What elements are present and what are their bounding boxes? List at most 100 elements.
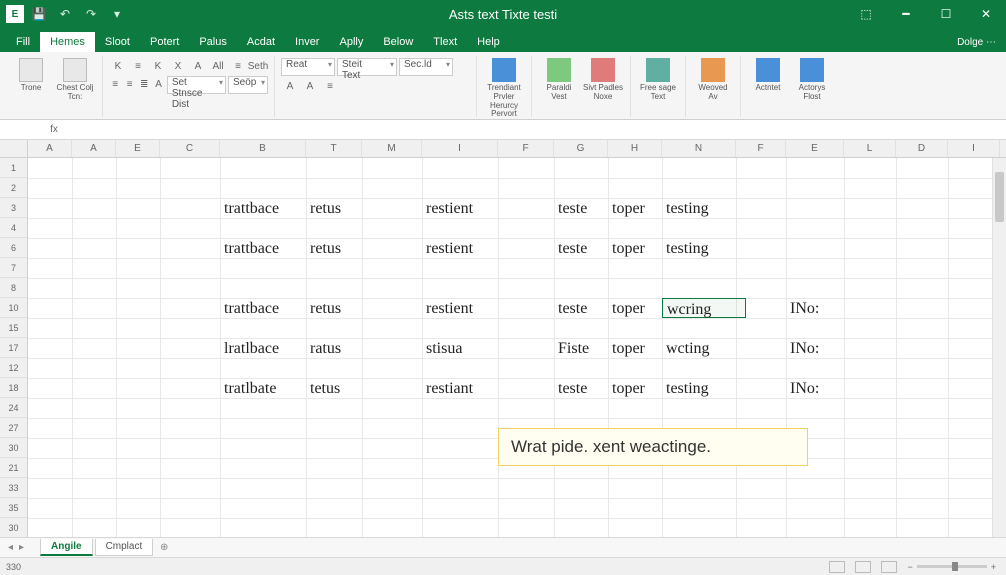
row-header[interactable]: 21 (0, 458, 27, 478)
cell[interactable]: restient (422, 238, 508, 258)
sheet-next-icon[interactable]: ▸ (19, 542, 24, 553)
zoom-control[interactable]: − + (907, 562, 996, 572)
col-header[interactable]: F (736, 140, 786, 157)
ribbon-options-icon[interactable]: ⬚ (846, 0, 886, 28)
col-header[interactable]: F (498, 140, 554, 157)
col-header[interactable]: I (422, 140, 498, 157)
cell[interactable]: retus (306, 238, 372, 258)
sivt-button[interactable]: Sivt PadlesNoxe (582, 58, 624, 102)
zoom-out-icon[interactable]: − (907, 562, 912, 572)
cell[interactable]: wcring (662, 298, 746, 318)
file-tab[interactable]: Fill (6, 32, 40, 52)
row-header[interactable]: 2 (0, 178, 27, 198)
tab-potert[interactable]: Potert (140, 32, 189, 52)
col-header[interactable]: G (554, 140, 608, 157)
row-header[interactable]: 24 (0, 398, 27, 418)
cell[interactable]: wcting (662, 338, 746, 358)
cell[interactable]: testing (662, 378, 746, 398)
zoom-slider[interactable] (917, 565, 987, 568)
tab-inver[interactable]: Inver (285, 32, 329, 52)
row-header[interactable]: 12 (0, 358, 27, 378)
indent-decrease-icon[interactable]: ≡ (109, 76, 121, 92)
cell[interactable]: retus (306, 198, 372, 218)
indent-a[interactable]: A (152, 76, 164, 92)
font-tool[interactable]: ≡ (229, 58, 247, 74)
col-header[interactable]: E (116, 140, 160, 157)
tab-hemes[interactable]: Hemes (40, 32, 95, 52)
font-tool[interactable]: K (149, 58, 167, 74)
row-header[interactable]: 35 (0, 498, 27, 518)
col-header[interactable]: C (160, 140, 220, 157)
col-header[interactable]: H (608, 140, 662, 157)
col-header[interactable]: A (72, 140, 116, 157)
row-header[interactable]: 17 (0, 338, 27, 358)
close-icon[interactable]: ✕ (966, 0, 1006, 28)
col-header[interactable]: B (220, 140, 306, 157)
weoved-button[interactable]: WeovedAv (692, 58, 734, 102)
view-layout-icon[interactable] (855, 561, 871, 573)
sheet-tab-cmplact[interactable]: Cmplact (95, 539, 154, 556)
col-header[interactable]: M (362, 140, 422, 157)
cell[interactable]: testing (662, 238, 746, 258)
cell[interactable]: retus (306, 298, 372, 318)
row-header[interactable]: 18 (0, 378, 27, 398)
font-tool[interactable]: ≡ (129, 58, 147, 74)
col-header[interactable]: I (948, 140, 1000, 157)
sheet-tab-angile[interactable]: Angile (40, 539, 93, 556)
cell[interactable]: trattbace (220, 298, 316, 318)
row-header[interactable]: 30 (0, 438, 27, 458)
tab-aplly[interactable]: Aplly (329, 32, 373, 52)
cell[interactable]: lratlbace (220, 338, 316, 358)
cell[interactable]: stisua (422, 338, 508, 358)
row-header[interactable]: 3 (0, 198, 27, 218)
col-header[interactable]: T (306, 140, 362, 157)
row-header[interactable]: 15 (0, 318, 27, 338)
row-header[interactable]: 7 (0, 258, 27, 278)
tab-acdat[interactable]: Acdat (237, 32, 285, 52)
style2-select[interactable]: Sec.ld (399, 58, 453, 76)
minimize-icon[interactable]: ━ (886, 0, 926, 28)
row-header[interactable]: 4 (0, 218, 27, 238)
paraldi-button[interactable]: ParaldiVest (538, 58, 580, 102)
chest-button[interactable]: Chest Colj Tcn: (54, 58, 96, 102)
zoom-in-icon[interactable]: + (991, 562, 996, 572)
actorys-button[interactable]: ActorysFlost (791, 58, 833, 102)
row-header[interactable]: 30 (0, 518, 27, 538)
save-icon[interactable]: 💾 (28, 3, 50, 25)
stnsce-select[interactable]: Set Stnsce Dist (167, 76, 226, 94)
select-all-corner[interactable] (0, 140, 28, 157)
sheet-prev-icon[interactable]: ◂ (8, 542, 13, 553)
col-header[interactable]: E (786, 140, 844, 157)
cell[interactable]: INo: (786, 338, 854, 358)
row-header[interactable]: 6 (0, 238, 27, 258)
style-list-icon[interactable]: ≡ (321, 78, 339, 94)
row-header[interactable]: 33 (0, 478, 27, 498)
spreadsheet-grid[interactable]: 1234678101517121824273021333530× trattba… (0, 158, 1006, 552)
redo-icon[interactable]: ↷ (80, 3, 102, 25)
font-tool[interactable]: A (189, 58, 207, 74)
col-header[interactable]: A (28, 140, 72, 157)
cell[interactable]: INo: (786, 378, 854, 398)
col-header[interactable]: N (662, 140, 736, 157)
cell[interactable]: tetus (306, 378, 372, 398)
cell[interactable]: restiant (422, 378, 508, 398)
col-header[interactable]: D (896, 140, 948, 157)
qat-dropdown-icon[interactable]: ▾ (106, 3, 128, 25)
style-b-icon[interactable]: A (301, 78, 319, 94)
align-icon[interactable]: ≣ (138, 76, 150, 92)
tab-below[interactable]: Below (373, 32, 423, 52)
tab-help[interactable]: Help (467, 32, 510, 52)
cell[interactable]: tratlbate (220, 378, 316, 398)
undo-icon[interactable]: ↶ (54, 3, 76, 25)
comment-note[interactable]: Wrat pide. xent weactinge. (498, 428, 808, 466)
trone-button[interactable]: Trone (10, 58, 52, 102)
cell[interactable]: trattbace (220, 198, 316, 218)
font-tool[interactable]: X (169, 58, 187, 74)
row-header[interactable]: 27 (0, 418, 27, 438)
font-tool[interactable]: All (209, 58, 227, 74)
style-a-icon[interactable]: A (281, 78, 299, 94)
share-button[interactable]: Dolge ⋯ (947, 33, 1006, 52)
font-select[interactable]: Reat (281, 58, 335, 76)
view-normal-icon[interactable] (829, 561, 845, 573)
fx-icon[interactable]: fx (44, 124, 64, 135)
